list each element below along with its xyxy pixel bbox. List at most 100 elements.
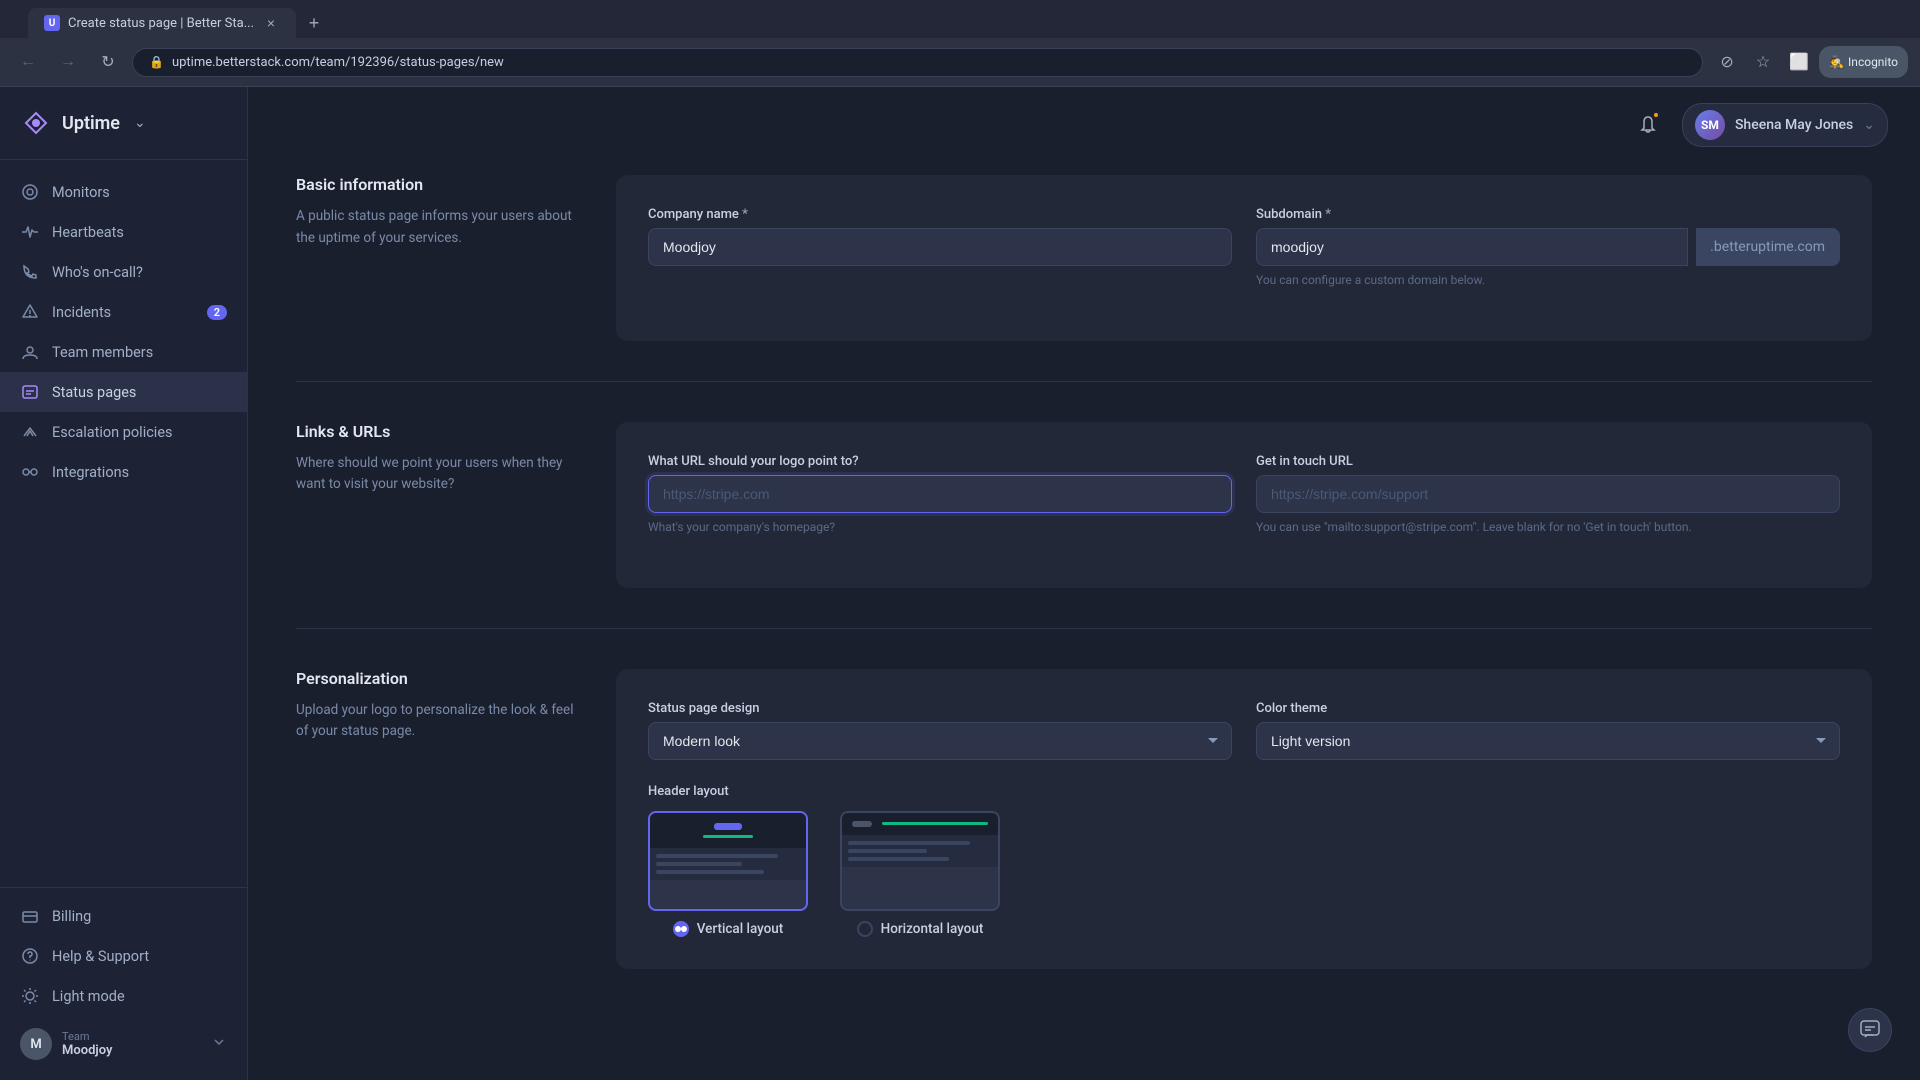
heartbeats-label: Heartbeats [52,224,124,241]
basic-information-fields: Company name * Subdomain * .b [616,175,1872,341]
reload-button[interactable]: ↻ [92,46,124,78]
vertical-layout-radio[interactable] [673,921,689,937]
app-name: Uptime [62,113,120,134]
incognito-badge: 🕵 Incognito [1819,46,1908,78]
notification-button[interactable] [1630,107,1666,143]
subdomain-group: Subdomain * .betteruptime.com You can co… [1256,207,1840,289]
lock-icon: 🔒 [149,55,164,69]
new-tab-button[interactable]: + [300,9,328,37]
sidebar-item-heartbeats[interactable]: Heartbeats [0,212,247,252]
subdomain-row: .betteruptime.com [1256,228,1840,266]
links-urls-section: Links & URLs Where should we point your … [296,422,1872,588]
app-layout: Uptime ⌄ Monitors [0,87,1920,1080]
sidebar-item-billing[interactable]: Billing [0,896,247,936]
subdomain-input[interactable] [1256,228,1688,266]
sidebar-item-light-mode[interactable]: Light mode [0,976,247,1016]
escalation-icon [20,422,40,442]
incidents-badge: 2 [207,305,227,320]
browser-tab[interactable]: U Create status page | Better Sta... × [28,8,296,38]
subdomain-label: Subdomain * [1256,207,1840,222]
team-members-icon [20,342,40,362]
back-button[interactable]: ← [12,46,44,78]
vertical-layout-label-row: Vertical layout [673,921,784,937]
billing-icon [20,906,40,926]
billing-label: Billing [52,908,91,925]
sidebar: Uptime ⌄ Monitors [0,87,248,1080]
personalization-desc: Upload your logo to personalize the look… [296,700,576,743]
status-pages-icon [20,382,40,402]
links-urls-fields: What URL should your logo point to? What… [616,422,1872,588]
user-profile[interactable]: SM Sheena May Jones ⌄ [1682,103,1888,147]
sidebar-item-monitors[interactable]: Monitors [0,172,247,212]
top-header: SM Sheena May Jones ⌄ [1598,87,1920,163]
company-name-group: Company name * [648,207,1232,289]
sidebar-item-incidents[interactable]: Incidents 2 [0,292,247,332]
sidebar-item-status-pages[interactable]: Status pages [0,372,247,412]
contact-url-label: Get in touch URL [1256,454,1840,469]
browser-tab-bar: U Create status page | Better Sta... × + [0,0,1920,38]
help-icon [20,946,40,966]
forward-button[interactable]: → [52,46,84,78]
monitors-label: Monitors [52,184,110,201]
logo-url-group: What URL should your logo point to? What… [648,454,1232,536]
contact-url-input[interactable] [1256,475,1840,513]
team-section[interactable]: M Team Moodjoy [0,1016,247,1072]
vertical-layout-preview [648,811,808,911]
sidebar-logo[interactable]: Uptime ⌄ [0,87,247,160]
personalization-section: Personalization Upload your logo to pers… [296,669,1872,969]
links-urls-desc: Where should we point your users when th… [296,453,576,496]
links-fields-row: What URL should your logo point to? What… [648,454,1840,536]
team-label: Team [62,1030,201,1043]
layout-options: Vertical layout [648,811,1840,937]
basic-information-desc: A public status page informs your users … [296,206,576,249]
contact-url-hint: You can use "mailto:support@stripe.com".… [1256,519,1840,536]
sidebar-item-whos-on-call[interactable]: Who's on-call? [0,252,247,292]
url-bar[interactable]: 🔒 uptime.betterstack.com/team/192396/sta… [132,48,1703,77]
sidebar-item-help-support[interactable]: Help & Support [0,936,247,976]
horizontal-layout-radio[interactable] [857,921,873,937]
help-support-label: Help & Support [52,948,149,965]
browser-chrome: U Create status page | Better Sta... × +… [0,0,1920,87]
logo-url-hint: What's your company's homepage? [648,519,1232,536]
team-info: Team Moodjoy [62,1030,201,1058]
personalization-info: Personalization Upload your logo to pers… [296,669,616,969]
logo-chevron-icon: ⌄ [134,115,146,131]
chat-widget[interactable] [1848,1008,1892,1052]
personalization-title: Personalization [296,669,576,688]
company-name-input[interactable] [648,228,1232,266]
basic-information-info: Basic information A public status page i… [296,175,616,341]
bookmark-button[interactable]: ☆ [1747,46,1779,78]
basic-information-title: Basic information [296,175,576,194]
sidebar-item-integrations[interactable]: Integrations [0,452,247,492]
section-divider-2 [296,628,1872,629]
color-theme-group: Color theme Light version Dark version A… [1256,701,1840,760]
logo-url-input[interactable] [648,475,1232,513]
horizontal-layout-label-row: Horizontal layout [857,921,984,937]
browser-actions: ⊘ ☆ ⬜ 🕵 Incognito [1711,46,1908,78]
color-theme-select-wrapper: Light version Dark version Auto [1256,722,1840,760]
status-pages-label: Status pages [52,384,136,401]
user-name: Sheena May Jones [1735,117,1853,133]
status-page-design-select[interactable]: Modern look Classic look Minimal look [648,722,1232,760]
personalization-fields: Status page design Modern look Classic l… [616,669,1872,969]
browser-nav-bar: ← → ↻ 🔒 uptime.betterstack.com/team/1923… [0,38,1920,86]
tab-close-button[interactable]: × [262,14,280,32]
sidebar-item-team-members[interactable]: Team members [0,332,247,372]
extension-button[interactable]: ⬜ [1783,46,1815,78]
vertical-layout-option[interactable]: Vertical layout [648,811,808,937]
tab-title: Create status page | Better Sta... [68,16,254,31]
user-avatar: SM [1695,110,1725,140]
monitors-icon [20,182,40,202]
sidebar-item-escalation-policies[interactable]: Escalation policies [0,412,247,452]
color-theme-select[interactable]: Light version Dark version Auto [1256,722,1840,760]
sidebar-bottom: Billing Help & Support [0,887,247,1080]
notification-dot [1652,111,1660,119]
integrations-icon [20,462,40,482]
no-image-button[interactable]: ⊘ [1711,46,1743,78]
horizontal-layout-option[interactable]: Horizontal layout [840,811,1000,937]
status-page-design-group: Status page design Modern look Classic l… [648,701,1232,760]
light-mode-label: Light mode [52,988,125,1005]
vertical-layout-label: Vertical layout [697,921,784,937]
user-chevron-icon: ⌄ [1863,117,1875,133]
horizontal-layout-preview [840,811,1000,911]
